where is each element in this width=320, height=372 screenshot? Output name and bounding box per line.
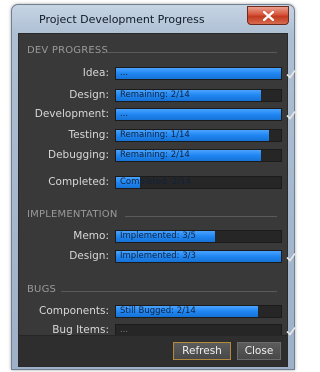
section-header-bugs: BUGS [27, 284, 57, 295]
row-label-debugging: Debugging: [48, 149, 109, 161]
progress-bar-testing: Remaining: 1/14 [115, 129, 282, 142]
progress-text: Remaining: 1/14 [120, 130, 190, 140]
section-header-dev-progress: DEV PROGRESS [27, 45, 108, 56]
checkmark-icon [286, 70, 296, 79]
section-divider [125, 216, 277, 217]
progress-text: Remaining: 2/14 [120, 150, 190, 160]
dialog-window: Project Development Progress DEV PROGRES… [11, 4, 296, 370]
progress-text: Still Bugged: 2/14 [120, 306, 196, 316]
section-header-implementation: IMPLEMENTATION [27, 209, 118, 220]
progress-text: Implemented: 3/5 [120, 231, 196, 241]
progress-text: ... [120, 109, 129, 119]
window-title: Project Development Progress [39, 13, 205, 26]
row-label-development: Development: [34, 108, 109, 120]
dialog-footer: Refresh Close [19, 335, 287, 366]
section-divider [61, 291, 277, 292]
row-label-completed: Completed: [48, 176, 109, 188]
checkmark-icon [286, 327, 296, 336]
row-label-testing: Testing: [68, 129, 109, 141]
progress-fill [116, 109, 281, 120]
progress-text: Implemented: 3/3 [120, 251, 196, 261]
refresh-button[interactable]: Refresh [173, 342, 231, 360]
progress-text: Remaining: 2/14 [120, 90, 190, 100]
progress-bar-design: Remaining: 2/14 [115, 89, 282, 102]
row-label-idea: Idea: [82, 67, 109, 79]
close-x-icon [263, 11, 274, 21]
progress-bar-components: Still Bugged: 2/14 [115, 305, 282, 318]
progress-bar-memo: Implemented: 3/5 [115, 230, 282, 243]
dialog-content: DEV PROGRESS Idea: ... Design: Remaining… [18, 33, 296, 367]
progress-text: Completed: 2/14 [120, 177, 192, 187]
progress-text: ... [120, 68, 129, 78]
progress-bar-development: ... [115, 108, 282, 121]
row-label-memo: Memo: [73, 230, 109, 242]
row-label-impl-design: Design: [69, 250, 109, 262]
progress-bar-idea: ... [115, 67, 282, 80]
checkmark-icon [286, 111, 296, 120]
row-label-components: Components: [39, 305, 109, 317]
progress-fill [116, 68, 281, 79]
progress-bar-debugging: Remaining: 2/14 [115, 149, 282, 162]
close-button[interactable]: Close [237, 342, 281, 360]
window-close-button[interactable] [247, 6, 289, 25]
progress-bar-impl-design: Implemented: 3/3 [115, 250, 282, 263]
progress-bar-completed: Completed: 2/14 [115, 176, 282, 189]
section-divider [105, 52, 277, 53]
title-bar[interactable]: Project Development Progress [12, 5, 294, 33]
checkmark-icon [286, 253, 296, 262]
row-label-design: Design: [69, 89, 109, 101]
